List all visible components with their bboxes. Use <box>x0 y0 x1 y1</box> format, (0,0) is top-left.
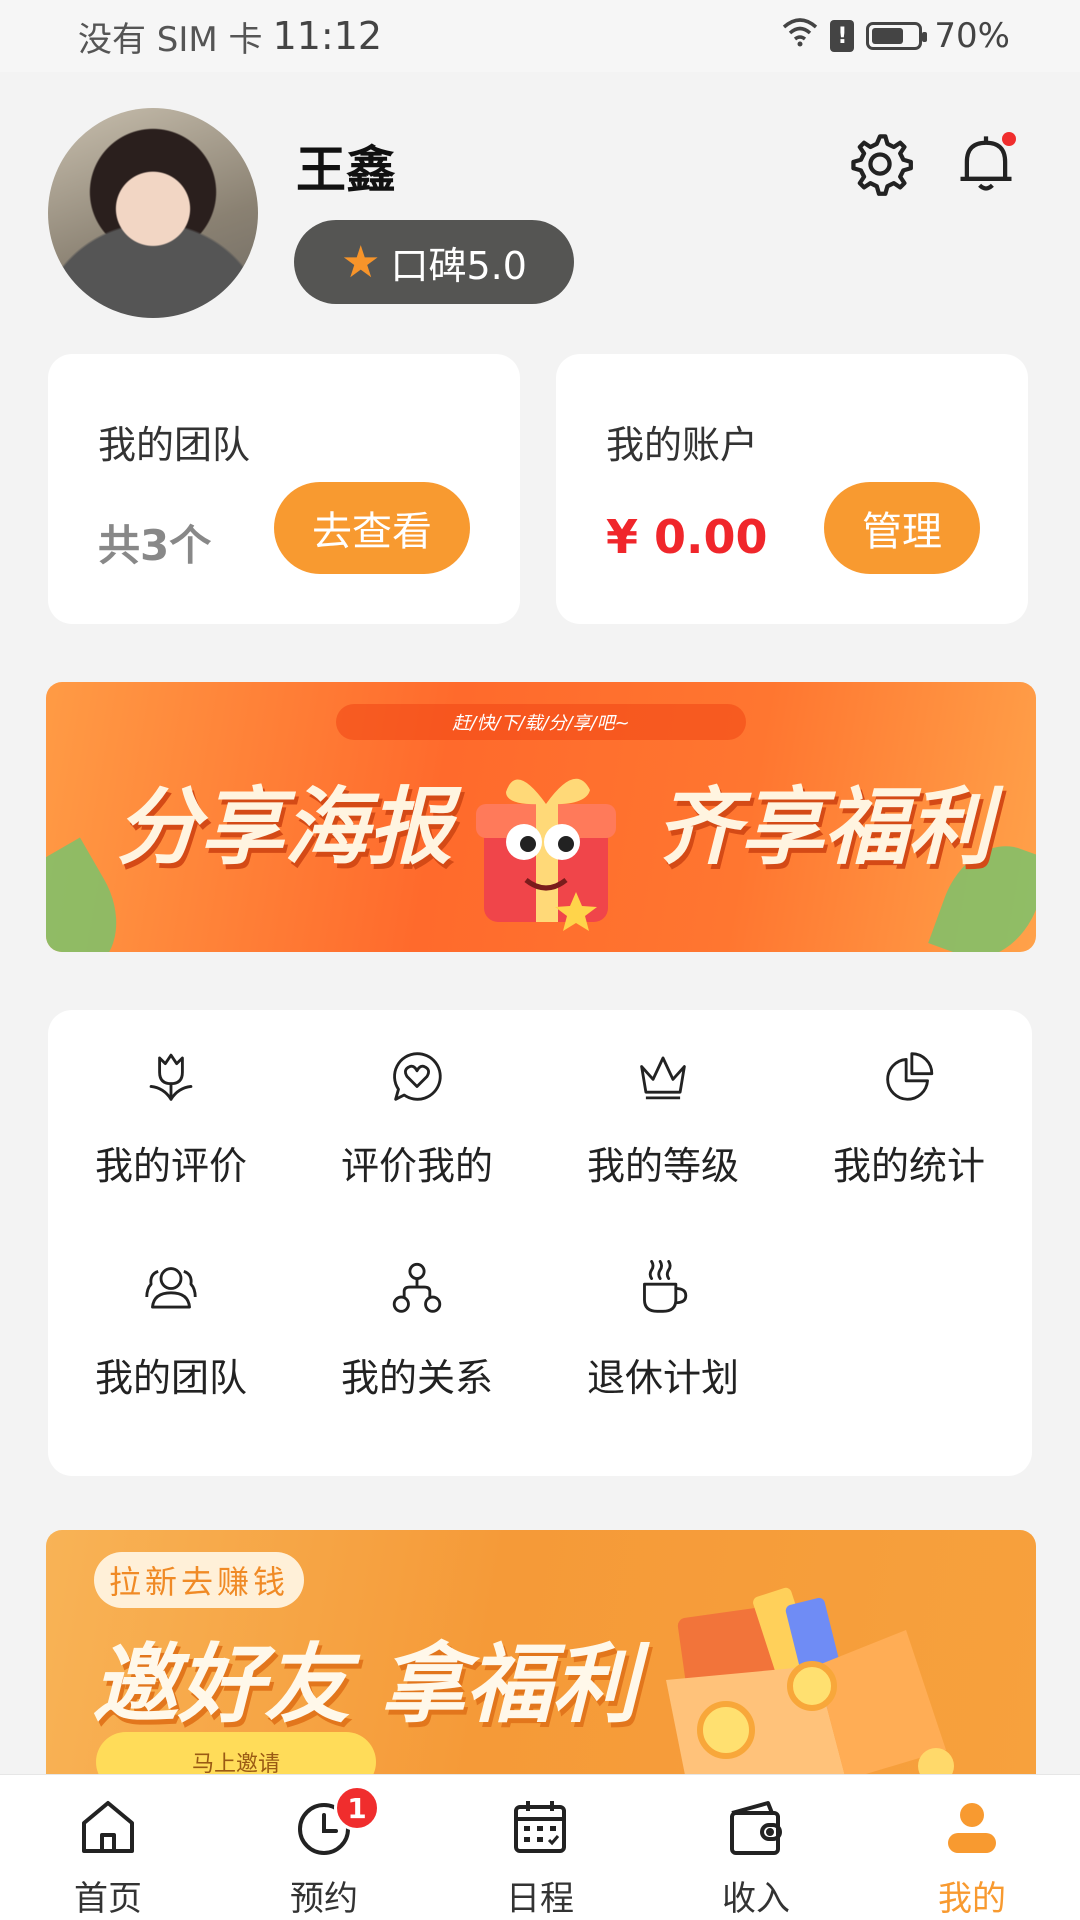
sim-alert-icon: ! <box>830 20 855 52</box>
notification-dot <box>1002 132 1016 146</box>
clock-time: 11:12 <box>272 14 383 58</box>
tab-label: 预约 <box>290 1879 358 1919</box>
team-card-title: 我的团队 <box>98 423 251 467</box>
appointments-badge: 1 <box>334 1785 380 1831</box>
heart-chat-icon <box>393 1052 442 1101</box>
team-card: 我的团队 共3个 去查看 <box>48 354 520 624</box>
menu-reviews-of-me[interactable]: 评价我的 <box>302 1010 532 1190</box>
user-icon <box>948 1803 996 1853</box>
menu-label: 退休计划 <box>586 1356 739 1400</box>
menu-retirement-plan[interactable]: 退休计划 <box>548 1222 778 1402</box>
banner2-headline: 邀好友 拿福利 <box>92 1635 638 1735</box>
rating-badge[interactable]: ★ 口碑5.0 <box>294 220 574 304</box>
tab-schedule[interactable]: 日程 <box>432 1775 648 1920</box>
user-name: 王鑫 <box>296 141 396 199</box>
banner2-tag: 拉新去赚钱 <box>94 1552 304 1608</box>
tab-appointments[interactable]: 1 预约 <box>216 1775 432 1920</box>
menu-label: 我的评价 <box>94 1144 247 1188</box>
menu-label: 我的统计 <box>832 1144 985 1188</box>
banner-left-text: 分享海报 <box>116 778 453 876</box>
battery-icon <box>866 22 928 50</box>
invite-friends-banner[interactable]: 拉新去赚钱 邀好友 拿福利 马上邀请 <box>46 1530 1036 1776</box>
calendar-icon <box>514 1801 566 1853</box>
settings-gear-icon[interactable] <box>846 130 914 198</box>
star-icon: ★ <box>341 236 381 288</box>
team-count: 共3个 <box>98 521 212 570</box>
crown-icon <box>640 1056 686 1100</box>
feature-menu: 我的评价 评价我的 我的等级 我的统计 我的团队 我的关系 退休计划 <box>48 1010 1032 1476</box>
wallet-icon <box>730 1801 782 1855</box>
tab-mine[interactable]: 我的 <box>864 1775 1080 1920</box>
share-poster-banner[interactable]: 赶/快/下/载/分/享/吧~ 分享海报 齐享福利 <box>46 682 1036 952</box>
menu-my-stats[interactable]: 我的统计 <box>794 1010 1024 1190</box>
view-team-button[interactable]: 去查看 <box>274 482 470 574</box>
gift-package-icon <box>646 1570 966 1776</box>
account-card-title: 我的账户 <box>606 423 759 467</box>
gift-box-icon <box>466 762 626 932</box>
menu-my-relations[interactable]: 我的关系 <box>302 1222 532 1402</box>
avatar[interactable] <box>48 108 258 318</box>
tab-home[interactable]: 首页 <box>0 1775 216 1920</box>
menu-my-level[interactable]: 我的等级 <box>548 1010 778 1190</box>
status-bar: 没有 SIM 卡 11:12 ! 70% <box>0 0 1080 72</box>
banner-right-text: 齐享福利 <box>656 778 993 876</box>
tab-label: 收入 <box>722 1879 790 1919</box>
invite-now-button[interactable]: 马上邀请 <box>96 1732 376 1776</box>
menu-my-team[interactable]: 我的团队 <box>56 1222 286 1402</box>
account-balance: ¥ 0.00 <box>606 510 768 564</box>
battery-percent: 70% <box>934 16 1010 56</box>
notification-bell-icon[interactable] <box>952 130 1020 198</box>
tab-label: 日程 <box>506 1879 574 1919</box>
bottom-tab-bar: 首页 1 预约 日程 收入 我的 <box>0 1774 1080 1920</box>
menu-label: 我的等级 <box>586 1144 739 1188</box>
tab-label: 首页 <box>74 1879 142 1919</box>
coffee-cup-icon <box>643 1260 688 1313</box>
menu-label: 我的团队 <box>94 1356 247 1400</box>
menu-label: 评价我的 <box>340 1144 493 1188</box>
banner-tagline: 赶/快/下/载/分/享/吧~ <box>336 704 746 740</box>
tulip-icon <box>149 1053 193 1101</box>
account-card: 我的账户 ¥ 0.00 管理 <box>556 354 1028 624</box>
pie-chart-icon <box>886 1052 934 1101</box>
home-icon <box>82 1801 134 1853</box>
menu-my-reviews[interactable]: 我的评价 <box>56 1010 286 1190</box>
menu-label: 我的关系 <box>340 1356 493 1400</box>
manage-account-button[interactable]: 管理 <box>824 482 980 574</box>
rating-label: 口碑5.0 <box>390 243 527 288</box>
tab-income[interactable]: 收入 <box>648 1775 864 1920</box>
wifi-icon <box>782 16 818 56</box>
relation-icon <box>392 1262 442 1313</box>
team-icon <box>145 1267 197 1309</box>
tab-label: 我的 <box>938 1879 1006 1919</box>
carrier-text: 没有 SIM 卡 <box>78 19 263 60</box>
